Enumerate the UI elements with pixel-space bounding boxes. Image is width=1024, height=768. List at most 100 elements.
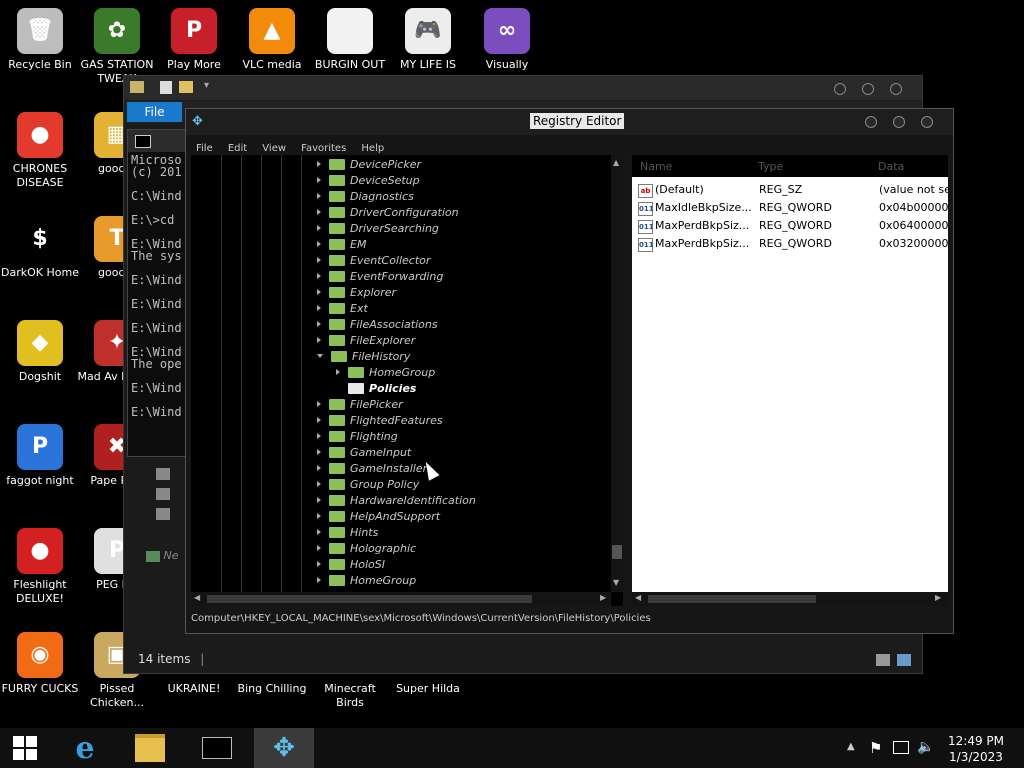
desktop-icon[interactable]: ● CHRONES DISEASE — [0, 112, 80, 190]
chevron-right-icon[interactable] — [317, 417, 321, 423]
tree-node[interactable]: Policies — [336, 381, 416, 397]
regedit-minimize-button[interactable] — [865, 116, 877, 128]
chevron-right-icon[interactable] — [317, 273, 321, 279]
values-horizontal-scrollbar[interactable]: ◀ ▶ — [632, 592, 948, 606]
values-pane[interactable]: Name Type Data ab (Default) REG_SZ (value n… — [632, 155, 948, 606]
explorer-title-bar[interactable]: ▾ — [124, 76, 922, 100]
cmd-output[interactable]: Microso (c) 201 C:\Wind E:\>cd E:\Wind T… — [131, 154, 190, 418]
value-row[interactable]: 011 MaxIdleBkpSize... REG_QWORD 0x04b00000 … — [632, 199, 948, 217]
tree-node[interactable]: FlightedFeatures — [317, 413, 443, 429]
tree-node[interactable]: DevicePicker — [317, 157, 421, 173]
tree-node[interactable]: Diagnostics — [317, 189, 414, 205]
value-row[interactable]: 011MaxPerdBkpSiz... REG_QWORD 0x03200000 (… — [632, 235, 948, 253]
chevron-right-icon[interactable] — [317, 481, 321, 487]
desktop-icon[interactable]: ◆ Dogshit — [0, 320, 80, 384]
chevron-right-icon[interactable] — [317, 321, 321, 327]
chevron-right-icon[interactable] — [317, 161, 321, 167]
properties-icon[interactable] — [160, 81, 172, 94]
chevron-right-icon[interactable] — [317, 225, 321, 231]
explorer-maximize-button[interactable] — [862, 83, 874, 95]
taskbar-registry-editor[interactable]: ✥ — [254, 728, 314, 768]
scroll-thumb[interactable] — [207, 595, 532, 603]
tree-node[interactable]: GameInstaller — [317, 461, 427, 477]
tree-node[interactable]: EventForwarding — [317, 269, 443, 285]
chevron-right-icon[interactable] — [317, 529, 321, 535]
regedit-maximize-button[interactable] — [893, 116, 905, 128]
scroll-right-icon[interactable]: ▶ — [600, 593, 606, 602]
chevron-right-icon[interactable] — [317, 433, 321, 439]
registry-tree[interactable]: DevicePicker DeviceSetup Diagnostics Driver… — [191, 155, 623, 606]
chevron-right-icon[interactable] — [317, 209, 321, 215]
chevron-right-icon[interactable] — [317, 177, 321, 183]
address-bar[interactable]: Computer\HKEY_LOCAL_MACHINE\sex\Microsof… — [191, 613, 651, 624]
scroll-up-icon[interactable]: ▲ — [613, 158, 619, 167]
desktop-icon[interactable]: ∞ Visually — [467, 8, 547, 72]
tree-node[interactable]: FileExplorer — [317, 333, 415, 349]
value-row[interactable]: ab (Default) REG_SZ (value not se — [632, 181, 948, 199]
chevron-right-icon[interactable] — [317, 337, 321, 343]
volume-icon[interactable]: 🔈 — [917, 739, 934, 755]
tree-horizontal-scrollbar[interactable]: ◀ ▶ — [191, 592, 611, 606]
scroll-thumb[interactable] — [612, 545, 622, 559]
scroll-thumb[interactable] — [648, 595, 816, 603]
scroll-left-icon[interactable]: ◀ — [194, 593, 200, 602]
network-icon[interactable] — [893, 741, 909, 754]
tree-node[interactable]: DeviceSetup — [317, 173, 420, 189]
tree-node[interactable]: FilePicker — [317, 397, 403, 413]
regedit-close-button[interactable] — [921, 116, 933, 128]
tree-node[interactable]: Flighting — [317, 429, 398, 445]
chevron-right-icon[interactable] — [317, 305, 321, 311]
taskbar-command-prompt[interactable] — [187, 728, 247, 768]
desktop-icon[interactable]: BURGIN OUT — [310, 8, 390, 72]
registry-editor-window[interactable]: ✥ Registry Editor File Edit View Favorit… — [185, 108, 954, 634]
start-button[interactable] — [0, 728, 50, 768]
tree-node[interactable]: FileAssociations — [317, 317, 438, 333]
command-prompt-window[interactable]: Microso (c) 201 C:\Wind E:\>cd E:\Wind T… — [127, 129, 191, 457]
chevron-right-icon[interactable] — [317, 401, 321, 407]
column-type[interactable]: Type — [758, 160, 783, 173]
desktop-icon[interactable]: P Play More — [154, 8, 234, 72]
desktop-icon[interactable]: ▲ VLC media — [232, 8, 312, 72]
tree-node[interactable]: HomeGroup — [317, 573, 416, 589]
tree-node[interactable]: FileHistory — [317, 349, 410, 365]
desktop-icon[interactable]: ● Fleshlight DELUXE! — [0, 528, 80, 606]
clock[interactable]: 12:49 PM 1/3/2023 — [948, 733, 1004, 765]
tree-node[interactable]: DriverSearching — [317, 221, 439, 237]
chevron-right-icon[interactable] — [317, 241, 321, 247]
chevron-right-icon[interactable] — [317, 289, 321, 295]
tree-node[interactable]: HelpAndSupport — [317, 509, 440, 525]
tree-vertical-scrollbar[interactable]: ▲ ▼ — [611, 155, 623, 592]
scroll-right-icon[interactable]: ▶ — [935, 593, 941, 602]
scroll-left-icon[interactable]: ◀ — [635, 593, 641, 602]
quick-access-dropdown-icon[interactable]: ▾ — [204, 80, 209, 91]
tree-node[interactable]: Hints — [317, 525, 378, 541]
tree-node[interactable]: HoloSI — [317, 557, 385, 573]
large-icons-view-icon[interactable] — [897, 654, 911, 666]
explorer-close-button[interactable] — [890, 83, 902, 95]
chevron-right-icon[interactable] — [317, 545, 321, 551]
chevron-right-icon[interactable] — [317, 577, 321, 583]
chevron-right-icon[interactable] — [317, 257, 321, 263]
network-nav-item[interactable]: Ne — [146, 549, 179, 562]
tree-node[interactable]: EventCollector — [317, 253, 430, 269]
chevron-right-icon[interactable] — [317, 561, 321, 567]
tree-node[interactable]: GameInput — [317, 445, 411, 461]
details-view-icon[interactable] — [876, 654, 890, 666]
scroll-down-icon[interactable]: ▼ — [613, 578, 619, 587]
chevron-right-icon[interactable] — [317, 465, 321, 471]
taskbar-file-explorer[interactable] — [120, 728, 180, 768]
explorer-minimize-button[interactable] — [834, 83, 846, 95]
tree-node[interactable]: Group Policy — [317, 477, 419, 493]
tree-node[interactable]: DriverConfiguration — [317, 205, 459, 221]
tree-node[interactable]: HardwareIdentification — [317, 493, 476, 509]
cmd-title-bar[interactable] — [128, 130, 190, 152]
desktop-icon[interactable]: 🗑 Recycle Bin — [0, 8, 80, 72]
flag-icon[interactable]: ⚑ — [869, 739, 882, 757]
chevron-right-icon[interactable] — [317, 513, 321, 519]
chevron-right-icon[interactable] — [317, 497, 321, 503]
column-data[interactable]: Data — [878, 160, 904, 173]
chevron-up-icon[interactable]: ▲ — [847, 741, 855, 752]
file-tab[interactable]: File — [127, 102, 182, 122]
chevron-right-icon[interactable] — [317, 193, 321, 199]
tree-node[interactable]: Holographic — [317, 541, 416, 557]
